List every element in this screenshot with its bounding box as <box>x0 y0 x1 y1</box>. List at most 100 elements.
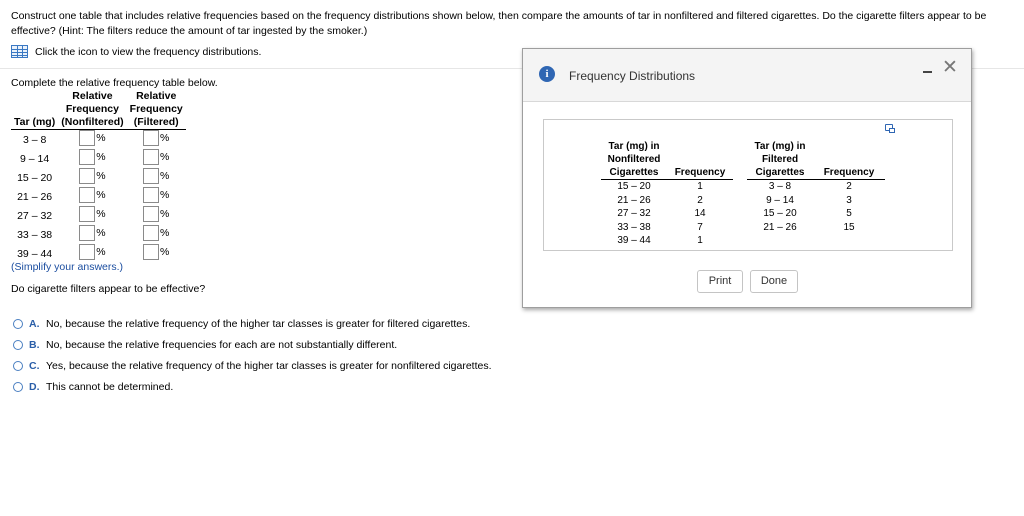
frequency-distribution-table: Tar (mg) in Tar (mg) in Nonfiltered Filt… <box>601 140 885 248</box>
filtered-cell: % <box>127 206 186 225</box>
filtered-answer-input[interactable] <box>143 130 160 146</box>
nonfiltered-cell: % <box>58 149 126 168</box>
table-row: 21 – 26 2 9 – 14 3 <box>601 194 885 208</box>
percent-sign: % <box>96 170 106 182</box>
radio-button[interactable] <box>13 318 23 329</box>
nonfiltered-answer-input[interactable] <box>79 244 96 260</box>
tar-class: 33 – 38 <box>17 228 53 241</box>
frequency-distributions-dialog: i Frequency Distributions ✕ Tar (mg) in … <box>522 48 972 308</box>
fd-header-filtered-l1: Tar (mg) in <box>754 141 806 152</box>
filtered-answer-input[interactable] <box>143 206 160 222</box>
answer-option[interactable]: C. Yes, because the relative frequency of… <box>13 355 492 376</box>
filtered-cell: % <box>127 130 186 150</box>
nonfiltered-frequency: 2 <box>697 194 703 206</box>
filtered-answer-input[interactable] <box>143 168 160 184</box>
table-row: 33 – 38%% <box>11 225 186 244</box>
table-instructions: Complete the relative frequency table be… <box>11 77 218 89</box>
filtered-cell: % <box>127 149 186 168</box>
percent-sign: % <box>96 227 106 239</box>
dialog-title: Frequency Distributions <box>569 69 696 83</box>
filtered-cell: % <box>127 225 186 244</box>
option-letter: C. <box>29 359 40 372</box>
nonfiltered-answer-input[interactable] <box>79 206 96 222</box>
dialog-header: i Frequency Distributions ✕ <box>523 49 971 102</box>
header-filtered-l1: Relative <box>136 90 177 102</box>
header-nonfiltered-l1: Relative <box>72 90 113 102</box>
tar-class: 27 – 32 <box>17 209 53 222</box>
option-letter: D. <box>29 380 40 393</box>
table-row: 21 – 26%% <box>11 187 186 206</box>
close-button[interactable]: ✕ <box>942 58 958 77</box>
radio-button[interactable] <box>13 381 23 392</box>
done-button[interactable]: Done <box>750 270 798 293</box>
filtered-cell: % <box>127 187 186 206</box>
answer-options: A. No, because the relative frequency of … <box>13 313 492 397</box>
header-filtered-l3: (Filtered) <box>126 116 186 130</box>
view-distributions-label: Click the icon to view the frequency dis… <box>35 45 262 58</box>
answer-option[interactable]: B. No, because the relative frequencies f… <box>13 334 492 355</box>
filtered-answer-input[interactable] <box>143 187 160 203</box>
percent-sign: % <box>160 170 170 182</box>
filtered-tar: 21 – 26 <box>763 221 797 233</box>
nonfiltered-tar: 27 – 32 <box>617 208 651 219</box>
filtered-tar <box>747 234 813 248</box>
tar-class: 21 – 26 <box>17 190 53 203</box>
nonfiltered-frequency: 1 <box>697 181 703 192</box>
tar-class: 3 – 8 <box>22 133 47 146</box>
nonfiltered-answer-input[interactable] <box>79 168 96 184</box>
filtered-answer-input[interactable] <box>143 225 160 241</box>
effectiveness-question: Do cigarette filters appear to be effect… <box>11 283 206 295</box>
fd-header-nonfiltered-l3: Cigarettes <box>601 166 667 180</box>
filtered-frequency: 15 <box>843 221 855 233</box>
fd-header-nonfiltered-l1: Tar (mg) in <box>608 141 660 152</box>
filtered-answer-input[interactable] <box>143 244 160 260</box>
nonfiltered-tar: 21 – 26 <box>617 194 651 206</box>
view-distributions-row[interactable]: Click the icon to view the frequency dis… <box>11 45 261 58</box>
header-nonfiltered-l2: Frequency <box>65 103 119 115</box>
radio-button[interactable] <box>13 339 23 350</box>
filtered-answer-input[interactable] <box>143 149 160 165</box>
table-icon[interactable] <box>11 45 28 58</box>
print-button[interactable]: Print <box>697 270 743 293</box>
table-row: 9 – 14%% <box>11 149 186 168</box>
table-row: 39 – 44 1 <box>601 234 885 248</box>
nonfiltered-frequency: 7 <box>697 221 703 233</box>
filtered-tar: 15 – 20 <box>763 208 797 219</box>
answer-option[interactable]: A. No, because the relative frequency of … <box>13 313 492 334</box>
percent-sign: % <box>160 227 170 239</box>
radio-button[interactable] <box>13 360 23 371</box>
fd-header-filtered-l3: Cigarettes <box>747 166 813 180</box>
nonfiltered-answer-input[interactable] <box>79 225 96 241</box>
nonfiltered-answer-input[interactable] <box>79 130 96 146</box>
question-text: Construct one table that includes relati… <box>11 10 987 37</box>
table-row: 27 – 32%% <box>11 206 186 225</box>
option-text: No, because the relative frequencies for… <box>46 338 398 351</box>
percent-sign: % <box>96 246 106 258</box>
minimize-button[interactable] <box>923 71 932 73</box>
percent-sign: % <box>160 132 170 144</box>
option-text: This cannot be determined. <box>46 380 174 393</box>
filtered-cell: % <box>127 168 186 187</box>
header-tar: Tar (mg) <box>11 116 59 130</box>
nonfiltered-cell: % <box>58 225 126 244</box>
nonfiltered-tar: 15 – 20 <box>617 181 651 192</box>
filtered-frequency: 5 <box>846 208 852 219</box>
percent-sign: % <box>160 246 170 258</box>
percent-sign: % <box>96 189 106 201</box>
percent-sign: % <box>160 151 170 163</box>
fd-header-nonfiltered-l2: Nonfiltered <box>607 154 661 165</box>
nonfiltered-cell: % <box>58 168 126 187</box>
nonfiltered-answer-input[interactable] <box>79 187 96 203</box>
answer-option[interactable]: D. This cannot be determined. <box>13 376 492 397</box>
option-text: Yes, because the relative frequency of t… <box>46 359 492 372</box>
option-letter: B. <box>29 338 40 351</box>
table-row: 33 – 38 7 21 – 26 15 <box>601 221 885 235</box>
nonfiltered-tar: 33 – 38 <box>617 221 651 233</box>
percent-sign: % <box>96 151 106 163</box>
nonfiltered-answer-input[interactable] <box>79 149 96 165</box>
filtered-cell: % <box>127 244 186 263</box>
header-nonfiltered-l3: (Nonfiltered) <box>58 116 127 130</box>
filtered-frequency <box>813 234 885 248</box>
relative-frequency-table: Relative Relative Frequency Frequency Ta… <box>11 90 186 263</box>
table-row: 27 – 32 14 15 – 20 5 <box>601 207 885 221</box>
